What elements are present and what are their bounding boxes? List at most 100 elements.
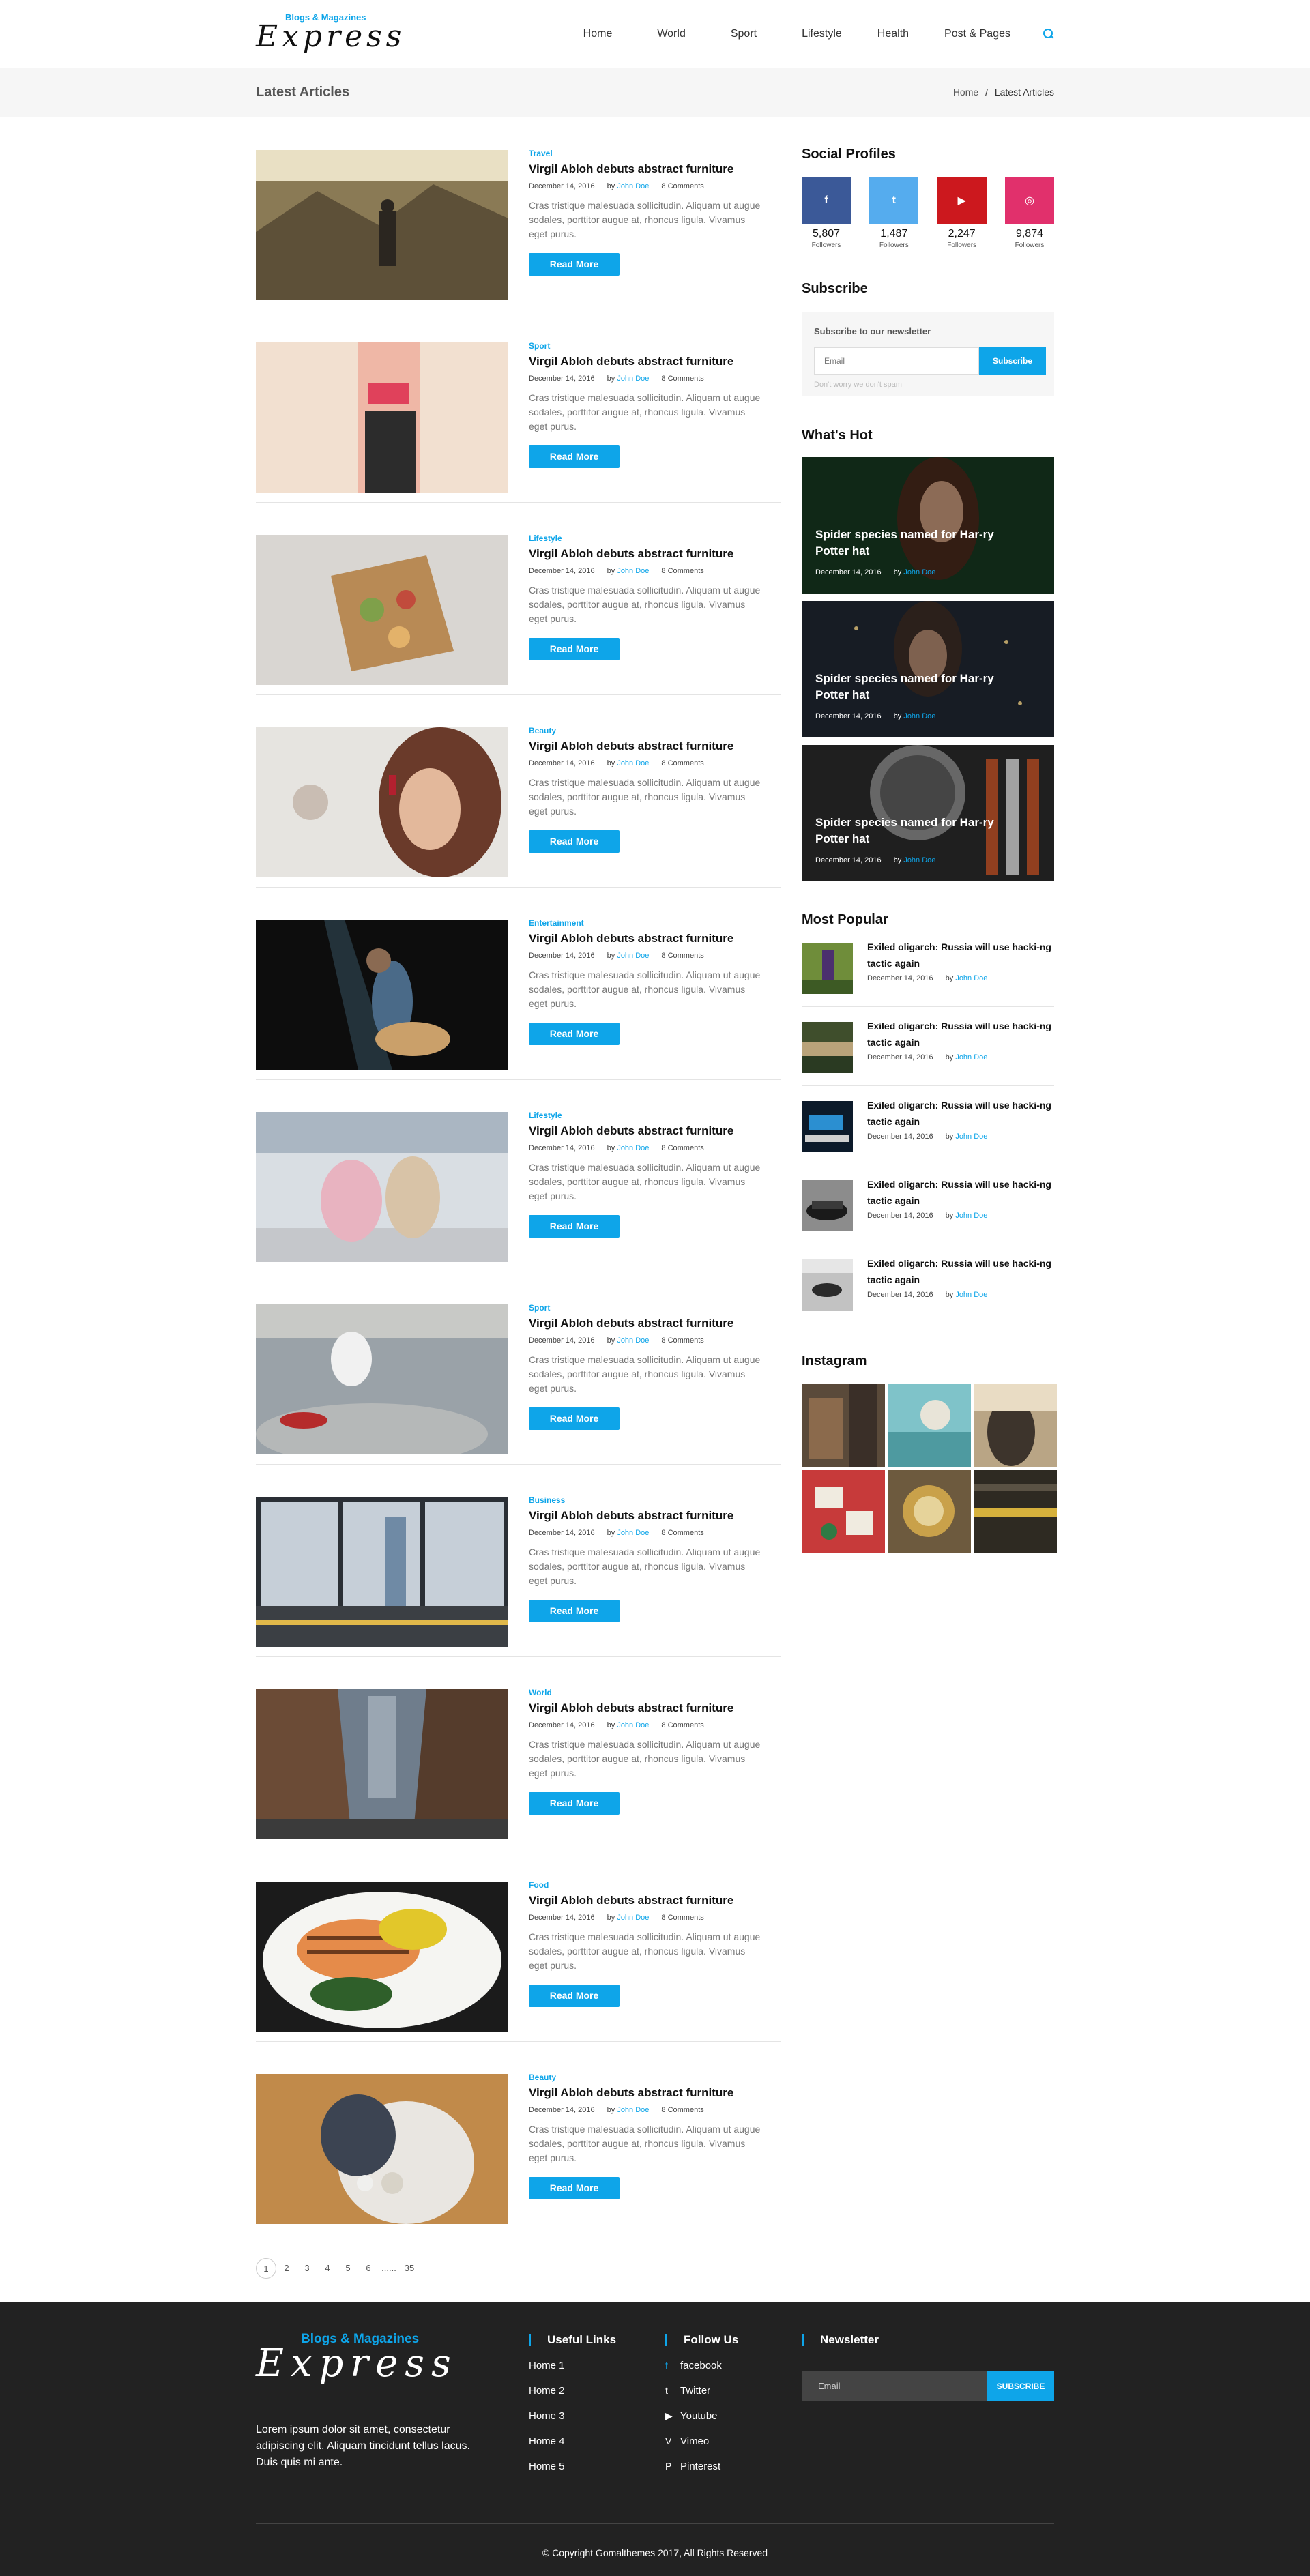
- article-title[interactable]: Virgil Abloh debuts abstract furniture: [529, 1509, 781, 1523]
- read-more-button[interactable]: Read More: [529, 1407, 620, 1430]
- newsletter-email-input[interactable]: Email: [802, 2371, 987, 2401]
- article-category[interactable]: Food: [529, 1880, 781, 1890]
- nav-home[interactable]: Home: [583, 28, 613, 40]
- read-more-button[interactable]: Read More: [529, 1215, 620, 1238]
- follow-link[interactable]: P Pinterest: [665, 2461, 738, 2472]
- facebook-icon[interactable]: f: [802, 177, 851, 224]
- instagram-photo[interactable]: [802, 1384, 885, 1467]
- page-link[interactable]: ......: [379, 2258, 399, 2279]
- article-comments[interactable]: 8 Comments: [661, 1914, 703, 1922]
- article-thumbnail[interactable]: [256, 1497, 508, 1647]
- article-author[interactable]: John Doe: [617, 1529, 649, 1537]
- article-author[interactable]: John Doe: [617, 1721, 649, 1729]
- footer-link[interactable]: Home 2: [529, 2385, 616, 2397]
- hot-post-title[interactable]: Spider species named for Har-ry Potter h…: [815, 671, 1000, 703]
- newsletter-subscribe-button[interactable]: SUBSCRIBE: [987, 2371, 1054, 2401]
- page-link-current[interactable]: 1: [256, 2258, 276, 2279]
- article-category[interactable]: Beauty: [529, 2073, 781, 2082]
- popular-post-author[interactable]: John Doe: [955, 974, 987, 982]
- article-author[interactable]: John Doe: [617, 182, 649, 190]
- popular-post-author[interactable]: John Doe: [955, 1291, 987, 1299]
- breadcrumb-home[interactable]: Home: [953, 87, 978, 98]
- follow-link[interactable]: f facebook: [665, 2360, 738, 2371]
- follow-link[interactable]: t Twitter: [665, 2385, 738, 2397]
- article-comments[interactable]: 8 Comments: [661, 567, 703, 575]
- page-link[interactable]: 4: [317, 2258, 338, 2279]
- follow-link[interactable]: V Vimeo: [665, 2435, 738, 2447]
- page-link[interactable]: 35: [399, 2258, 420, 2279]
- article-thumbnail[interactable]: [256, 727, 508, 877]
- article-comments[interactable]: 8 Comments: [661, 952, 703, 960]
- article-category[interactable]: Entertainment: [529, 918, 781, 928]
- read-more-button[interactable]: Read More: [529, 1985, 620, 2007]
- page-link[interactable]: 2: [276, 2258, 297, 2279]
- popular-post-author[interactable]: John Doe: [955, 1212, 987, 1220]
- twitter-icon[interactable]: t: [869, 177, 919, 224]
- social-profile[interactable]: ◎ 9,874 Followers: [1004, 177, 1054, 249]
- article-thumbnail[interactable]: [256, 920, 508, 1070]
- popular-post-title[interactable]: Exiled oligarch: Russia will use hacki-n…: [867, 939, 1053, 971]
- social-profile[interactable]: f 5,807 Followers: [802, 177, 851, 249]
- article-title[interactable]: Virgil Abloh debuts abstract furniture: [529, 547, 781, 561]
- read-more-button[interactable]: Read More: [529, 2177, 620, 2199]
- read-more-button[interactable]: Read More: [529, 638, 620, 660]
- article-title[interactable]: Virgil Abloh debuts abstract furniture: [529, 355, 781, 368]
- article-thumbnail[interactable]: [256, 1112, 508, 1262]
- popular-post-title[interactable]: Exiled oligarch: Russia will use hacki-n…: [867, 1097, 1053, 1130]
- hot-post-title[interactable]: Spider species named for Har-ry Potter h…: [815, 815, 1000, 847]
- article-author[interactable]: John Doe: [617, 759, 649, 767]
- page-link[interactable]: 6: [358, 2258, 379, 2279]
- hot-post-author[interactable]: John Doe: [903, 568, 935, 576]
- instagram-photo[interactable]: [802, 1470, 885, 1553]
- article-category[interactable]: Beauty: [529, 726, 781, 735]
- article-comments[interactable]: 8 Comments: [661, 1721, 703, 1729]
- article-thumbnail[interactable]: [256, 342, 508, 493]
- article-comments[interactable]: 8 Comments: [661, 759, 703, 767]
- search-icon[interactable]: [1043, 29, 1054, 40]
- article-author[interactable]: John Doe: [617, 1336, 649, 1345]
- article-thumbnail[interactable]: [256, 535, 508, 685]
- popular-post-author[interactable]: John Doe: [955, 1053, 987, 1062]
- article-category[interactable]: Business: [529, 1495, 781, 1505]
- article-title[interactable]: Virgil Abloh debuts abstract furniture: [529, 1701, 781, 1715]
- popular-post-thumbnail[interactable]: [802, 943, 853, 994]
- read-more-button[interactable]: Read More: [529, 1023, 620, 1045]
- hot-post[interactable]: Spider species named for Har-ry Potter h…: [802, 745, 1054, 881]
- article-category[interactable]: Sport: [529, 1303, 781, 1313]
- read-more-button[interactable]: Read More: [529, 1792, 620, 1815]
- site-logo[interactable]: Blogs & Magazines Express: [256, 10, 401, 59]
- subscribe-button[interactable]: Subscribe: [979, 347, 1046, 375]
- article-category[interactable]: Lifestyle: [529, 1111, 781, 1120]
- nav-post-pages[interactable]: Post & Pages: [944, 28, 1010, 40]
- read-more-button[interactable]: Read More: [529, 830, 620, 853]
- page-link[interactable]: 3: [297, 2258, 317, 2279]
- hot-post[interactable]: Spider species named for Har-ry Potter h…: [802, 457, 1054, 594]
- popular-post-thumbnail[interactable]: [802, 1101, 853, 1152]
- article-comments[interactable]: 8 Comments: [661, 1144, 703, 1152]
- article-author[interactable]: John Doe: [617, 952, 649, 960]
- nav-health[interactable]: Health: [877, 28, 909, 40]
- article-author[interactable]: John Doe: [617, 375, 649, 383]
- popular-post-title[interactable]: Exiled oligarch: Russia will use hacki-n…: [867, 1255, 1053, 1288]
- instagram-photo[interactable]: [974, 1470, 1057, 1553]
- article-title[interactable]: Virgil Abloh debuts abstract furniture: [529, 1124, 781, 1138]
- article-thumbnail[interactable]: [256, 1689, 508, 1839]
- footer-link[interactable]: Home 5: [529, 2461, 616, 2472]
- nav-world[interactable]: World: [657, 28, 686, 40]
- article-category[interactable]: Sport: [529, 341, 781, 351]
- hot-post-title[interactable]: Spider species named for Har-ry Potter h…: [815, 527, 1000, 559]
- popular-post-thumbnail[interactable]: [802, 1259, 853, 1311]
- nav-sport[interactable]: Sport: [731, 28, 757, 40]
- popular-post-author[interactable]: John Doe: [955, 1132, 987, 1141]
- article-author[interactable]: John Doe: [617, 567, 649, 575]
- popular-post-title[interactable]: Exiled oligarch: Russia will use hacki-n…: [867, 1018, 1053, 1051]
- hot-post-author[interactable]: John Doe: [903, 856, 935, 864]
- footer-link[interactable]: Home 3: [529, 2410, 616, 2422]
- article-thumbnail[interactable]: [256, 1882, 508, 2032]
- article-thumbnail[interactable]: [256, 1304, 508, 1454]
- nav-lifestyle[interactable]: Lifestyle: [802, 28, 842, 40]
- instagram-icon[interactable]: ◎: [1004, 177, 1054, 224]
- article-author[interactable]: John Doe: [617, 2106, 649, 2114]
- popular-post-title[interactable]: Exiled oligarch: Russia will use hacki-n…: [867, 1176, 1053, 1209]
- article-title[interactable]: Virgil Abloh debuts abstract furniture: [529, 932, 781, 946]
